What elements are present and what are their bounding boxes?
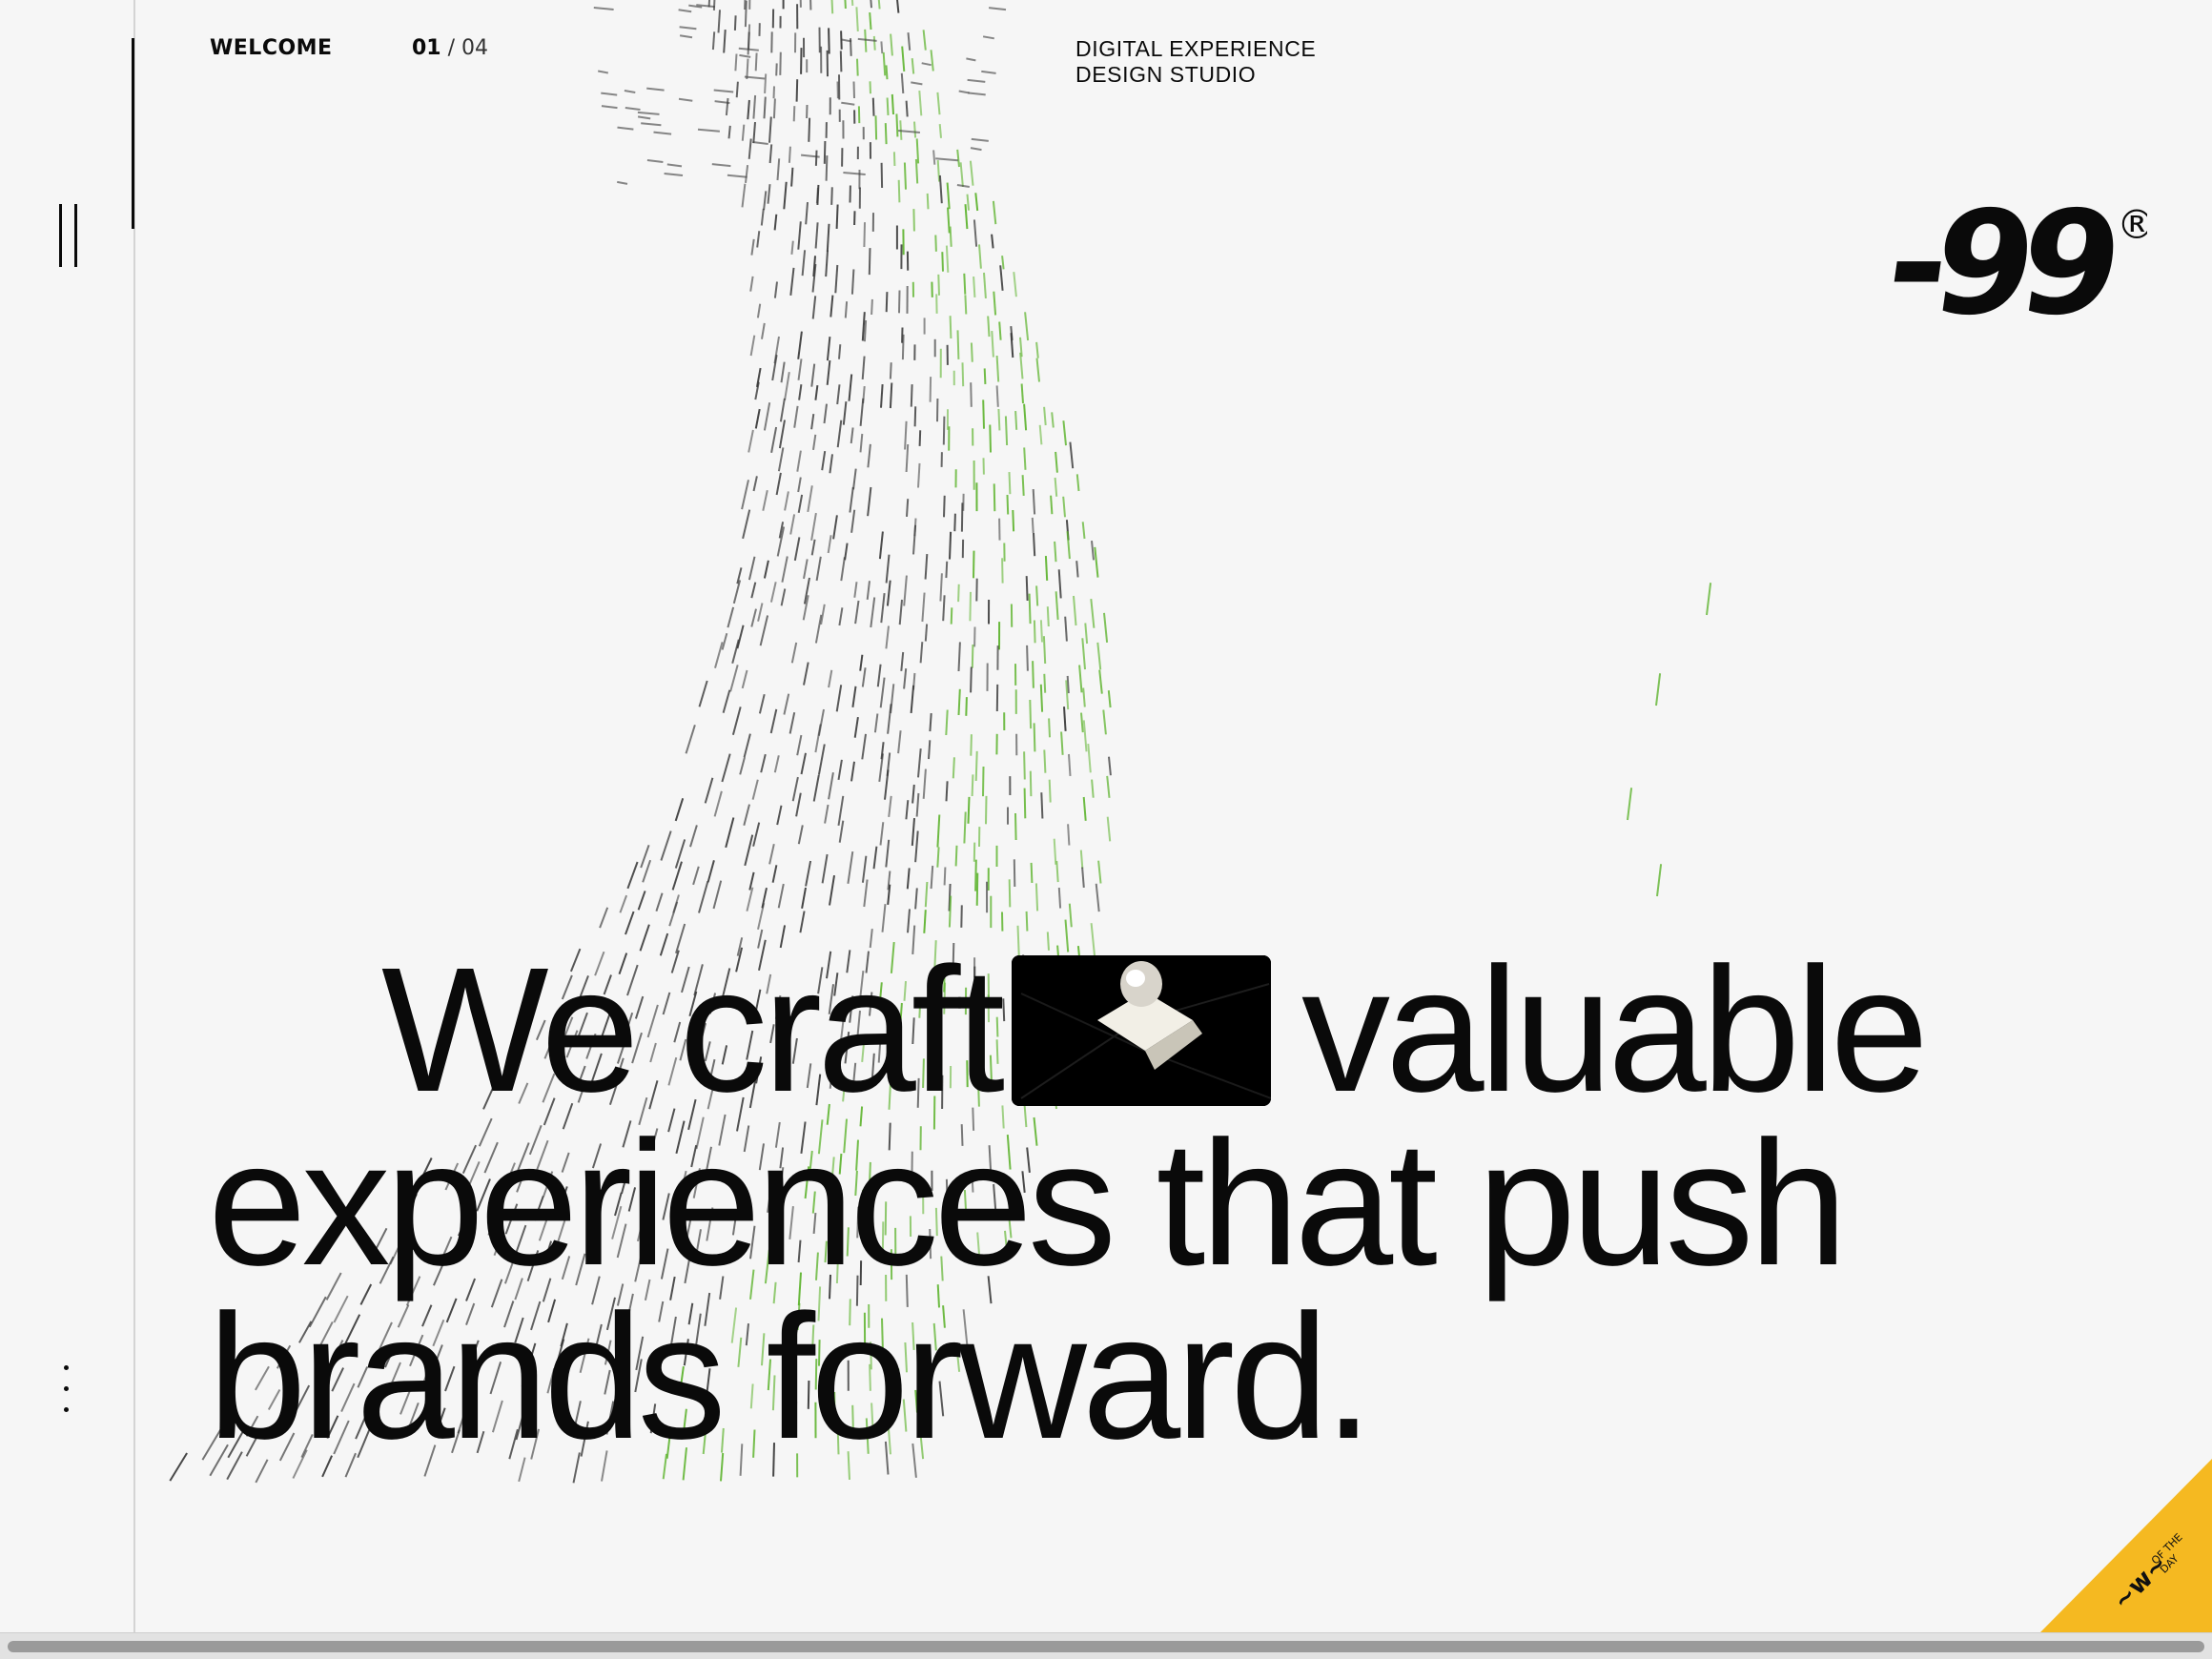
scrollbar-thumb[interactable] <box>8 1641 2204 1652</box>
logo-text: -99 <box>1880 191 2124 334</box>
registered-mark: ® <box>2117 201 2147 248</box>
section-title: WELCOME <box>210 36 333 60</box>
brand-logo[interactable]: -99 ® <box>1880 191 2147 334</box>
headline-line-2: experiences that push <box>208 1105 1848 1302</box>
pause-icon[interactable] <box>55 204 80 267</box>
pager-separator: / <box>447 36 456 60</box>
horizontal-scrollbar[interactable] <box>0 1632 2212 1659</box>
headline-line-3: brands forward. <box>208 1279 1373 1476</box>
headline-part-2: valuable <box>1301 932 1929 1129</box>
pager-current: 01 <box>412 36 441 60</box>
tagline-line-2: DESIGN STUDIO <box>1075 62 1257 87</box>
section-pager: 01 / 04 <box>412 36 488 60</box>
hero-headline: We craft valuable experiences that push … <box>208 942 2134 1466</box>
headline-part-1: We craft <box>381 932 1005 1129</box>
pager-total: 04 <box>461 36 489 60</box>
rail-progress-indicator <box>132 38 134 229</box>
tagline-line-1: DIGITAL EXPERIENCE <box>1075 36 1317 61</box>
studio-tagline: DIGITAL EXPERIENCE DESIGN STUDIO <box>1075 36 1316 88</box>
more-vertical-icon[interactable] <box>59 1363 74 1417</box>
site-of-the-day-badge[interactable]: ~w~ OF THE DAY <box>2040 1459 2212 1632</box>
showreel-video-thumbnail[interactable] <box>1012 955 1272 1106</box>
